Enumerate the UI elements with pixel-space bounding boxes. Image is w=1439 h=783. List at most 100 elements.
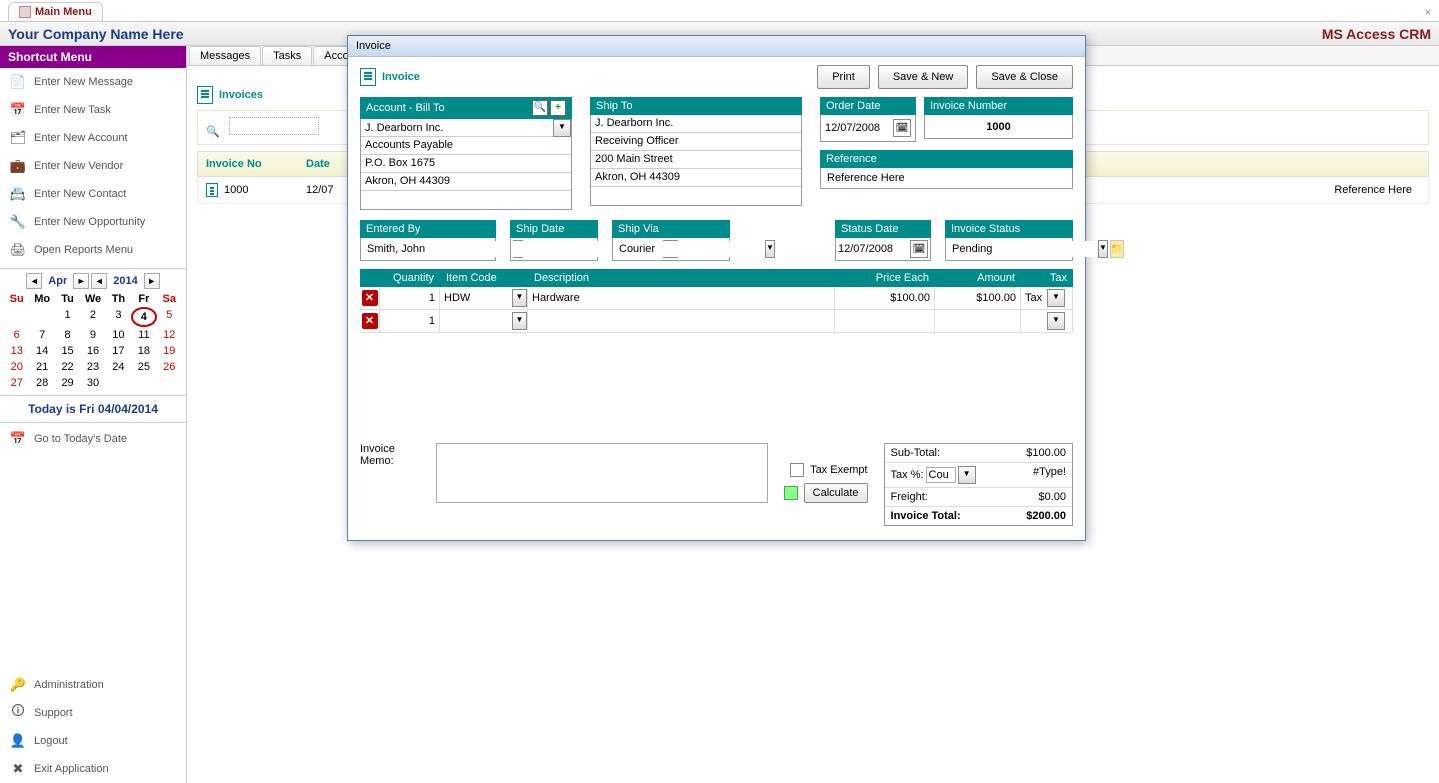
bill-to-account[interactable]	[361, 119, 553, 137]
cal-day[interactable]: 17	[106, 343, 131, 359]
tax-pct-input[interactable]	[926, 467, 956, 483]
cal-day[interactable]: 8	[55, 327, 80, 343]
reference-value[interactable]: Reference Here	[820, 168, 1073, 189]
sidebar-bottom-item[interactable]: 👤Logout	[0, 727, 186, 755]
goto-today[interactable]: 📅 Go to Today's Date	[0, 423, 186, 455]
search-input[interactable]	[229, 117, 319, 135]
cal-prev-year[interactable]: ◄	[91, 273, 107, 289]
sidebar-bottom-item[interactable]: 🔑Administration	[0, 671, 186, 699]
cal-day[interactable]: 18	[131, 343, 156, 359]
cal-day[interactable]: 2	[80, 307, 105, 327]
save-close-button[interactable]: Save & Close	[976, 65, 1073, 89]
ship-to-line[interactable]: J. Dearborn Inc.	[591, 115, 801, 133]
ship-to-line[interactable]: 200 Main Street	[591, 151, 801, 169]
qty-input[interactable]	[380, 313, 439, 329]
folder-icon[interactable]: 📁	[1110, 240, 1124, 258]
cal-day[interactable]: 10	[106, 327, 131, 343]
dropdown-icon[interactable]: ▼	[512, 289, 527, 307]
cal-day[interactable]: 6	[4, 327, 29, 343]
price-value[interactable]: $100.00	[890, 292, 930, 304]
calendar-icon[interactable]: 🗓	[910, 240, 928, 258]
cal-day[interactable]: 21	[29, 359, 54, 375]
cal-day[interactable]: 4	[131, 307, 156, 327]
cal-year[interactable]: 2014	[109, 275, 141, 287]
bill-to-line[interactable]: P.O. Box 1675	[361, 155, 571, 173]
cal-day[interactable]: 16	[80, 343, 105, 359]
bill-to-line[interactable]: Accounts Payable	[361, 137, 571, 155]
calculate-button[interactable]: Calculate	[804, 483, 868, 503]
dropdown-icon[interactable]: ▼	[1047, 312, 1065, 330]
cal-day[interactable]: 20	[4, 359, 29, 375]
cal-day[interactable]: 26	[157, 359, 182, 375]
search-icon[interactable]: 🔍	[206, 126, 220, 138]
sidebar-item[interactable]: 📇Enter New Contact	[0, 180, 186, 208]
cal-day[interactable]: 24	[106, 359, 131, 375]
modal-titlebar[interactable]: Invoice	[348, 36, 1085, 57]
ship-via-value[interactable]	[615, 241, 765, 257]
bill-to-line[interactable]: Akron, OH 44309	[361, 173, 571, 191]
delete-row-icon[interactable]: ✕	[362, 290, 378, 306]
order-date-value[interactable]: 12/07/2008	[825, 122, 889, 134]
sidebar-item[interactable]: 📅Enter New Task	[0, 96, 186, 124]
content-tab[interactable]: Messages	[189, 46, 261, 65]
qty-input[interactable]	[380, 290, 439, 306]
dropdown-icon[interactable]: ▼	[1047, 289, 1065, 307]
entered-by-value[interactable]	[363, 241, 513, 257]
print-button[interactable]: Print	[817, 65, 870, 89]
cal-day[interactable]: 14	[29, 343, 54, 359]
invoice-status-value[interactable]	[948, 241, 1098, 257]
sidebar-item[interactable]: 🗂Enter New Account	[0, 124, 186, 152]
sidebar-item[interactable]: 📄Enter New Message	[0, 68, 186, 96]
cal-day[interactable]: 5	[157, 307, 182, 327]
ship-to-line[interactable]: Receiving Officer	[591, 133, 801, 151]
save-new-button[interactable]: Save & New	[878, 65, 969, 89]
cal-day[interactable]: 27	[4, 375, 29, 391]
calendar-icon[interactable]: 🗓	[893, 119, 911, 137]
dropdown-icon[interactable]: ▼	[1098, 240, 1108, 258]
content-tab[interactable]: Tasks	[262, 46, 312, 65]
delete-row-icon[interactable]: ✕	[362, 313, 378, 329]
sidebar-bottom-item[interactable]: ✖Exit Application	[0, 755, 186, 783]
description-input[interactable]	[528, 290, 834, 306]
cal-day[interactable]: 1	[55, 307, 80, 327]
cal-prev-month[interactable]: ◄	[26, 273, 42, 289]
close-icon[interactable]: ×	[1417, 5, 1439, 21]
item-code-input[interactable]	[440, 290, 512, 306]
sidebar-item[interactable]: 🔧Enter New Opportunity	[0, 208, 186, 236]
item-code-input[interactable]	[440, 313, 512, 329]
description-input[interactable]	[528, 313, 834, 329]
dropdown-icon[interactable]: ▼	[512, 312, 527, 330]
cal-next-month[interactable]: ►	[73, 273, 89, 289]
status-date-value[interactable]: 12/07/2008	[838, 243, 910, 255]
tax-input[interactable]	[1021, 290, 1047, 306]
sidebar-item[interactable]: 🖨Open Reports Menu	[0, 236, 186, 264]
dropdown-icon[interactable]: ▼	[958, 466, 976, 484]
ship-to-line[interactable]: Akron, OH 44309	[591, 169, 801, 187]
sidebar-bottom-item[interactable]: 🛈Support	[0, 699, 186, 727]
cal-day[interactable]: 12	[157, 327, 182, 343]
dropdown-icon[interactable]: ▼	[553, 119, 571, 137]
invoice-number-value[interactable]: 1000	[929, 121, 1068, 133]
cal-day[interactable]: 22	[55, 359, 80, 375]
cal-day[interactable]: 23	[80, 359, 105, 375]
sidebar-item[interactable]: 💼Enter New Vendor	[0, 152, 186, 180]
cal-day[interactable]: 15	[55, 343, 80, 359]
cal-day[interactable]: 25	[131, 359, 156, 375]
memo-textarea[interactable]	[436, 443, 768, 503]
cal-day[interactable]: 3	[106, 307, 131, 327]
bill-to-line[interactable]	[361, 191, 571, 209]
cal-day[interactable]: 19	[157, 343, 182, 359]
add-icon[interactable]: +	[550, 100, 566, 116]
cal-day[interactable]: 28	[29, 375, 54, 391]
cal-day[interactable]: 7	[29, 327, 54, 343]
tax-input[interactable]	[1021, 313, 1047, 329]
tab-main-menu[interactable]: Main Menu	[8, 2, 103, 21]
tax-exempt-checkbox[interactable]	[790, 463, 804, 477]
cal-month[interactable]: Apr	[44, 275, 71, 287]
cal-day[interactable]: 11	[131, 327, 156, 343]
cal-day[interactable]: 30	[80, 375, 105, 391]
ship-to-line[interactable]	[591, 187, 801, 205]
cal-day[interactable]: 9	[80, 327, 105, 343]
cal-day[interactable]: 29	[55, 375, 80, 391]
lookup-icon[interactable]: 🔍	[532, 100, 548, 116]
